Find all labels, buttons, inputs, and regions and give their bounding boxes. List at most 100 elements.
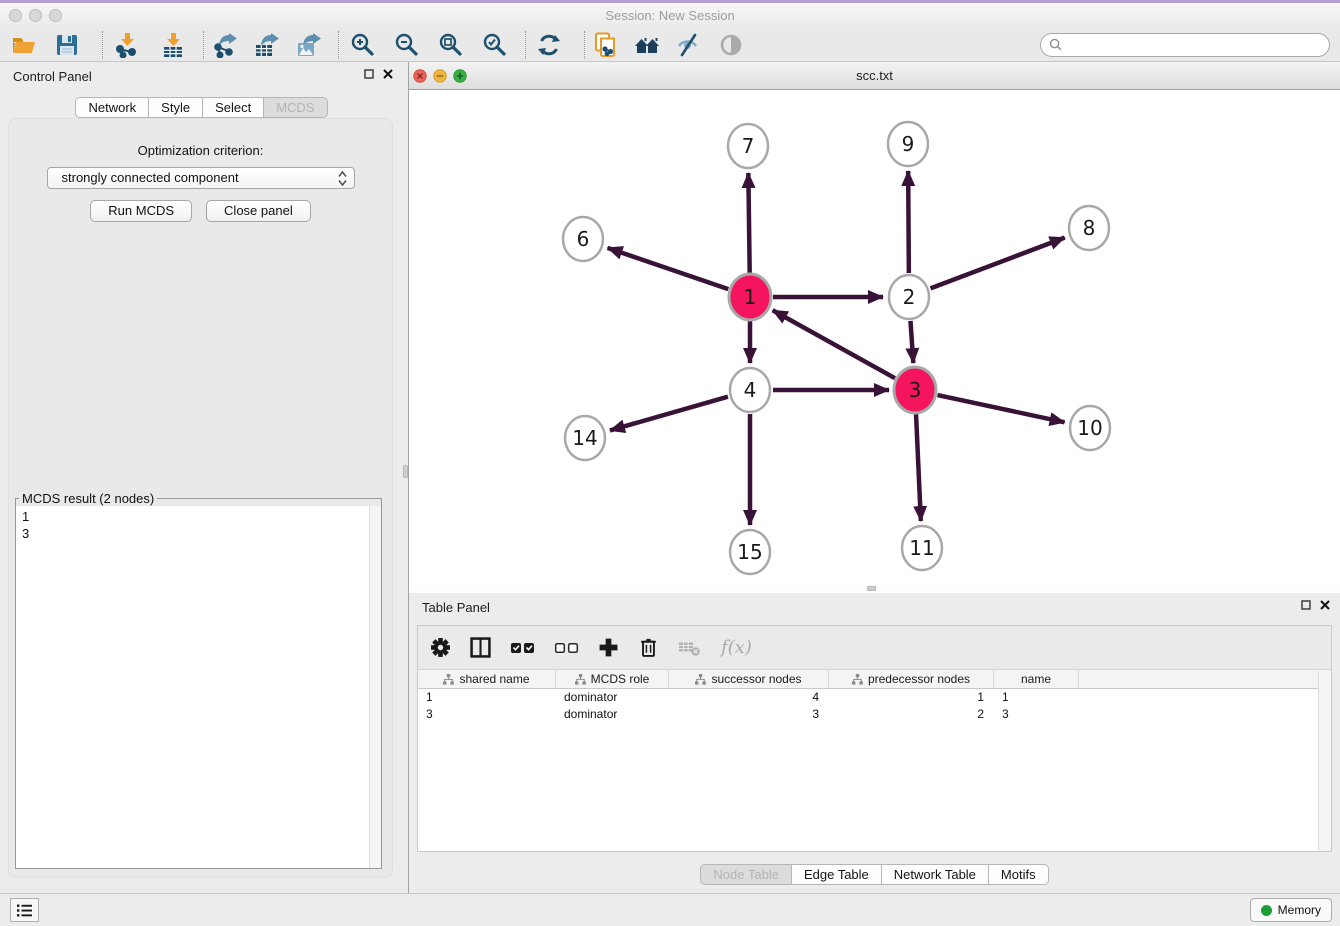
main-toolbar [0,28,1340,62]
close-panel-icon[interactable] [1320,600,1330,610]
mcds-result-box[interactable]: 13 [16,506,381,868]
table-cell[interactable]: 2 [829,706,994,723]
memory-button[interactable]: Memory [1250,898,1332,922]
settings-icon[interactable] [430,637,451,658]
maximize-view-icon[interactable] [453,69,467,83]
hide-details-icon[interactable] [675,32,701,58]
minimize-view-icon[interactable] [433,69,447,83]
duplicate-view-icon[interactable] [593,32,619,58]
edge-3-11[interactable] [916,414,921,521]
zoom-in-icon[interactable] [349,32,375,58]
refresh-icon[interactable] [536,32,562,58]
edge-4-14[interactable] [610,397,728,431]
tab-style[interactable]: Style [149,97,203,118]
svg-text:15: 15 [737,540,762,564]
column-header-mcds-role[interactable]: MCDS role [556,670,669,688]
network-window-titlebar[interactable]: scc.txt [409,62,1340,90]
node-6[interactable]: 6 [563,217,603,261]
close-view-icon[interactable] [413,69,427,83]
edge-1-6[interactable] [608,248,729,289]
traffic-lights[interactable] [9,9,69,27]
criterion-dropdown[interactable]: strongly connected component [47,167,355,189]
node-8[interactable]: 8 [1069,206,1109,250]
table-cell[interactable]: 1 [994,689,1079,706]
close-window-icon[interactable] [9,9,22,22]
node-1[interactable]: 1 [729,274,771,320]
select-all-checkboxes-icon[interactable] [510,637,535,658]
search-icon [1049,38,1062,51]
table-scrollbar[interactable] [1318,671,1331,851]
result-scrollbar[interactable] [369,506,381,868]
float-panel-icon[interactable] [364,69,374,79]
node-10[interactable]: 10 [1070,406,1110,450]
table-cell[interactable]: 1 [418,689,556,706]
deselect-all-checkboxes-icon[interactable] [554,637,579,658]
table-cell[interactable]: 1 [829,689,994,706]
splitter-grip[interactable] [403,465,408,478]
delete-column-icon[interactable] [638,637,659,658]
tab-network[interactable]: Network [75,97,149,118]
export-table-icon[interactable] [254,32,280,58]
home-icon[interactable] [634,32,660,58]
minimize-window-icon[interactable] [29,9,42,22]
tab-select[interactable]: Select [203,97,264,118]
edge-1-7[interactable] [748,173,749,273]
node-11[interactable]: 11 [902,526,942,570]
search-input[interactable] [1062,37,1329,52]
table-cell[interactable]: 4 [669,689,829,706]
table-panel-tabs: Node TableEdge TableNetwork TableMotifs [700,864,1048,885]
edge-3-1[interactable] [773,310,895,378]
tab-edge-table[interactable]: Edge Table [792,864,882,885]
tab-mcds[interactable]: MCDS [264,97,327,118]
import-network-icon[interactable] [114,32,140,58]
network-graph[interactable]: 1 2 3 4 6 7 8 9 10 11 14 15 [409,90,1338,585]
node-15[interactable]: 15 [730,530,770,574]
open-session-icon[interactable] [11,32,37,58]
tab-motifs[interactable]: Motifs [989,864,1049,885]
save-session-icon[interactable] [54,32,80,58]
split-view-icon[interactable] [470,637,491,658]
toolbar-separator [203,31,204,59]
table-row[interactable]: 3dominator323 [418,706,1331,723]
zoom-fit-icon[interactable] [437,32,463,58]
edge-2-9[interactable] [908,171,909,273]
table-cell[interactable]: 3 [994,706,1079,723]
view-visibility-icon[interactable] [718,32,744,58]
table-cell[interactable]: 3 [418,706,556,723]
delete-table-icon[interactable] [678,637,702,658]
edge-3-10[interactable] [937,395,1064,422]
column-header-predecessor-nodes[interactable]: predecessor nodes [829,670,994,688]
tab-network-table[interactable]: Network Table [882,864,989,885]
zoom-out-icon[interactable] [393,32,419,58]
run-mcds-button[interactable]: Run MCDS [90,200,192,222]
node-7[interactable]: 7 [728,124,768,168]
search-box[interactable] [1040,33,1330,57]
table-cell[interactable]: dominator [556,706,669,723]
table-cell[interactable]: 3 [669,706,829,723]
table-row[interactable]: 1dominator411 [418,689,1331,706]
import-table-icon[interactable] [160,32,186,58]
network-canvas[interactable]: 1 2 3 4 6 7 8 9 10 11 14 15 [409,90,1338,585]
task-history-button[interactable] [10,898,39,922]
close-panel-button[interactable]: Close panel [206,200,311,222]
export-image-icon[interactable] [296,32,322,58]
node-14[interactable]: 14 [565,416,605,460]
zoom-window-icon[interactable] [49,9,62,22]
node-3[interactable]: 3 [894,367,936,413]
close-panel-icon[interactable] [383,69,393,79]
column-header-name[interactable]: name [994,670,1079,688]
node-9[interactable]: 9 [888,122,928,166]
zoom-selected-icon[interactable] [481,32,507,58]
export-network-icon[interactable] [212,32,238,58]
table-cell[interactable]: dominator [556,689,669,706]
column-header-shared-name[interactable]: shared name [418,670,556,688]
float-panel-icon[interactable] [1301,600,1311,610]
node-4[interactable]: 4 [730,368,770,412]
tab-node-table[interactable]: Node Table [700,864,792,885]
edge-2-3[interactable] [910,321,913,363]
edge-2-8[interactable] [930,238,1064,289]
horizontal-splitter-grip[interactable] [867,586,876,591]
column-header-successor-nodes[interactable]: successor nodes [669,670,829,688]
add-column-icon[interactable] [598,637,619,658]
node-2[interactable]: 2 [889,275,929,319]
